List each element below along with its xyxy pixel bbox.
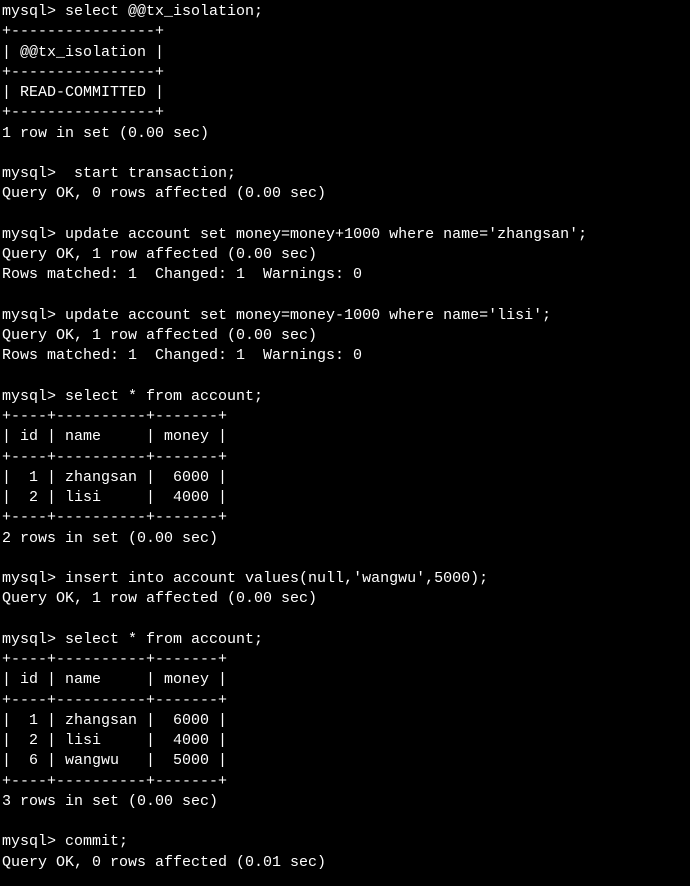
table-header: | id | name | money | (2, 428, 227, 445)
table-row: | 1 | zhangsan | 6000 | (2, 469, 227, 486)
command-text: select @@tx_isolation; (56, 3, 263, 20)
table-row: | 2 | lisi | 4000 | (2, 489, 227, 506)
terminal-output: mysql> select @@tx_isolation; +---------… (2, 2, 688, 873)
command-text: insert into account values(null,'wangwu'… (56, 570, 488, 587)
table-border: +----+----------+-------+ (2, 773, 227, 790)
rows-matched: Rows matched: 1 Changed: 1 Warnings: 0 (2, 347, 362, 364)
query-result: Query OK, 1 row affected (0.00 sec) (2, 590, 317, 607)
prompt: mysql> (2, 3, 56, 20)
command-text: update account set money=money-1000 wher… (56, 307, 551, 324)
command-text: start transaction; (56, 165, 236, 182)
command-text: select * from account; (56, 388, 263, 405)
prompt: mysql> (2, 165, 56, 182)
prompt: mysql> (2, 631, 56, 648)
result-summary: 2 rows in set (0.00 sec) (2, 530, 218, 547)
prompt: mysql> (2, 226, 56, 243)
prompt: mysql> (2, 307, 56, 324)
prompt: mysql> (2, 388, 56, 405)
table-border: +----+----------+-------+ (2, 651, 227, 668)
command-text: commit; (56, 833, 128, 850)
result-summary: 1 row in set (0.00 sec) (2, 125, 209, 142)
table-border: +----------------+ (2, 23, 164, 40)
query-result: Query OK, 1 row affected (0.00 sec) (2, 246, 317, 263)
table-row: | 1 | zhangsan | 6000 | (2, 712, 227, 729)
query-result: Query OK, 1 row affected (0.00 sec) (2, 327, 317, 344)
query-result: Query OK, 0 rows affected (0.01 sec) (2, 854, 326, 871)
table-header: | @@tx_isolation | (2, 44, 164, 61)
table-border: +----+----------+-------+ (2, 509, 227, 526)
command-text: update account set money=money+1000 wher… (56, 226, 587, 243)
table-row: | READ-COMMITTED | (2, 84, 164, 101)
query-result: Query OK, 0 rows affected (0.00 sec) (2, 185, 326, 202)
table-border: +----------------+ (2, 104, 164, 121)
table-border: +----+----------+-------+ (2, 408, 227, 425)
table-row: | 2 | lisi | 4000 | (2, 732, 227, 749)
table-row: | 6 | wangwu | 5000 | (2, 752, 227, 769)
command-text: select * from account; (56, 631, 263, 648)
rows-matched: Rows matched: 1 Changed: 1 Warnings: 0 (2, 266, 362, 283)
table-border: +----+----------+-------+ (2, 692, 227, 709)
table-border: +----------------+ (2, 64, 164, 81)
table-header: | id | name | money | (2, 671, 227, 688)
prompt: mysql> (2, 833, 56, 850)
table-border: +----+----------+-------+ (2, 449, 227, 466)
result-summary: 3 rows in set (0.00 sec) (2, 793, 218, 810)
prompt: mysql> (2, 570, 56, 587)
